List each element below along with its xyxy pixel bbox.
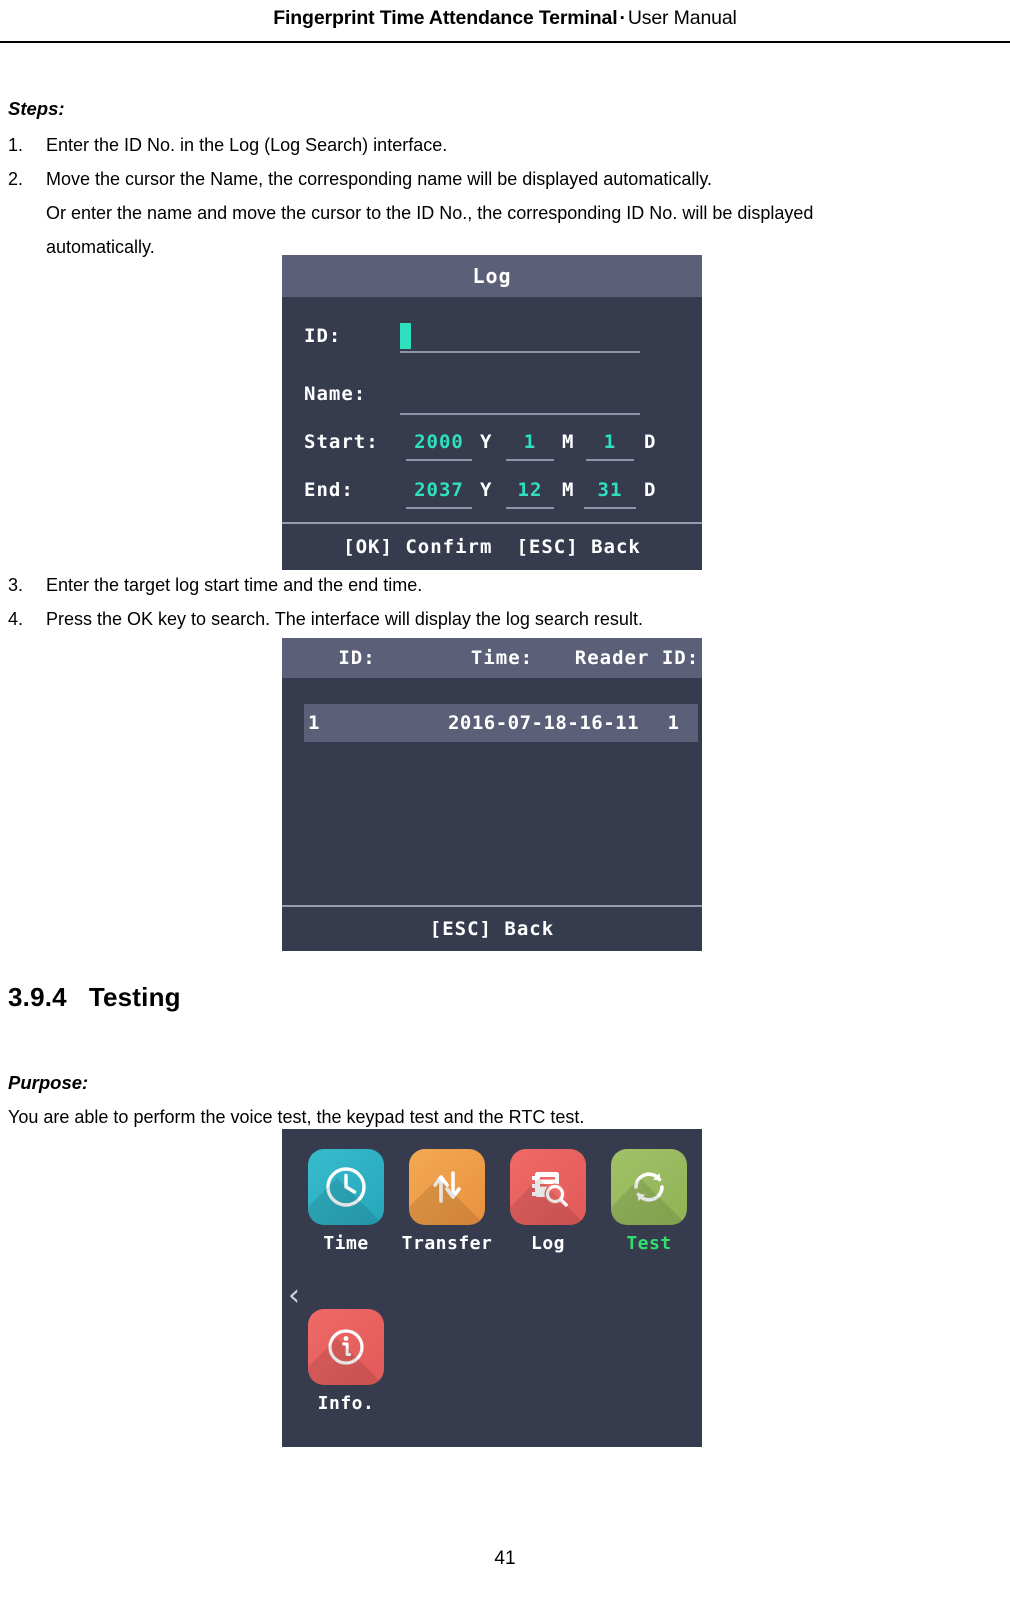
- step-item-1: 1. Enter the ID No. in the Log (Log Searc…: [8, 130, 998, 160]
- step-item-3: 3. Enter the target log start time and th…: [8, 570, 998, 600]
- header-divider: [0, 41, 1010, 43]
- end-day-unit: D: [644, 479, 656, 501]
- id-field-label: ID:: [304, 325, 342, 347]
- end-month-underline[interactable]: [506, 507, 554, 509]
- result-screen-footer: [ESC] Back: [282, 905, 702, 951]
- menu-item-time-label: Time: [323, 1233, 369, 1254]
- start-month-underline[interactable]: [506, 459, 554, 461]
- start-month-unit: M: [562, 431, 574, 453]
- end-day-value[interactable]: 31: [582, 479, 638, 501]
- footer-ok-confirm[interactable]: [OK] Confirm: [343, 536, 492, 558]
- menu-item-test[interactable]: Test: [599, 1149, 699, 1254]
- device-screen-log-search: Log ID: Name: Start: 2000 Y 1 M 1 D End:…: [282, 255, 702, 570]
- step-1-text: Enter the ID No. in the Log (Log Search)…: [46, 135, 448, 155]
- start-day-underline[interactable]: [586, 459, 634, 461]
- step-item-2: 2. Move the cursor the Name, the correspo…: [8, 164, 998, 194]
- name-field-label: Name:: [304, 383, 367, 405]
- name-input-underline[interactable]: [400, 413, 640, 415]
- device-screen-main-menu: Time Transfer Log Test ‹ Info.: [282, 1129, 702, 1447]
- end-month-unit: M: [562, 479, 574, 501]
- id-input-caret[interactable]: [400, 323, 411, 349]
- start-field-label: Start:: [304, 431, 379, 453]
- step-2-text: Move the cursor the Name, the correspond…: [46, 169, 712, 189]
- log-search-form: ID: Name: Start: 2000 Y 1 M 1 D End: 203…: [282, 297, 702, 522]
- menu-icon-grid: Time Transfer Log Test ‹ Info.: [282, 1129, 702, 1447]
- menu-item-transfer[interactable]: Transfer: [397, 1149, 497, 1254]
- chevron-left-icon[interactable]: ‹: [288, 1281, 300, 1311]
- start-year-unit: Y: [480, 431, 492, 453]
- start-day-unit: D: [644, 431, 656, 453]
- field-row-end-date: End: 2037 Y 12 M 31 D: [282, 473, 702, 519]
- step-2-continuation-line-1: Or enter the name and move the cursor to…: [46, 203, 814, 223]
- menu-item-log[interactable]: Log: [498, 1149, 598, 1254]
- log-screen-footer: [OK] Confirm [ESC] Back: [282, 522, 702, 570]
- log-screen-title: Log: [282, 255, 702, 297]
- step-3-text: Enter the target log start time and the …: [46, 575, 423, 595]
- id-input-underline[interactable]: [400, 351, 640, 353]
- row-time-value: 2016-07-18-16-11: [447, 712, 640, 734]
- end-year-unit: Y: [480, 479, 492, 501]
- step-1-number: 1.: [8, 135, 24, 155]
- start-year-value[interactable]: 2000: [408, 431, 470, 453]
- start-day-value[interactable]: 1: [586, 431, 634, 453]
- header-title-normal: User Manual: [627, 7, 737, 29]
- menu-item-info-label: Info.: [317, 1393, 375, 1414]
- section-number: 3.9.4: [8, 982, 67, 1012]
- column-header-time: Time:: [470, 647, 534, 669]
- menu-item-log-label: Log: [530, 1233, 565, 1254]
- steps-label: Steps:: [8, 98, 65, 119]
- field-row-id: ID:: [282, 319, 702, 365]
- info-icon: [308, 1309, 384, 1385]
- purpose-text: You are able to perform the voice test, …: [8, 1107, 585, 1127]
- clock-icon: [308, 1149, 384, 1225]
- menu-item-test-label: Test: [626, 1233, 672, 1254]
- step-item-4: 4. Press the OK key to search. The interf…: [8, 604, 998, 634]
- end-year-value[interactable]: 2037: [408, 479, 470, 501]
- start-month-value[interactable]: 1: [506, 431, 554, 453]
- column-header-reader-id: Reader ID:: [574, 647, 700, 669]
- column-header-id: ID:: [338, 647, 376, 669]
- table-row[interactable]: 1 2016-07-18-16-11 1: [304, 704, 698, 742]
- field-row-start-date: Start: 2000 Y 1 M 1 D: [282, 425, 702, 471]
- device-screen-log-result: ID: Time: Reader ID: 1 2016-07-18-16-11 …: [282, 638, 702, 951]
- menu-item-time[interactable]: Time: [296, 1149, 396, 1254]
- purpose-label: Purpose:: [8, 1072, 89, 1093]
- header-title-bold: Fingerprint Time Attendance Terminal: [273, 7, 618, 29]
- log-search-icon: [510, 1149, 586, 1225]
- footer-esc-back[interactable]: [ESC] Back: [430, 918, 554, 940]
- step-4-number: 4.: [8, 609, 24, 629]
- transfer-arrows-icon: [409, 1149, 485, 1225]
- end-field-label: End:: [304, 479, 354, 501]
- step-3-number: 3.: [8, 575, 24, 595]
- end-month-value[interactable]: 12: [506, 479, 554, 501]
- field-row-name: Name:: [282, 377, 702, 423]
- refresh-icon: [611, 1149, 687, 1225]
- menu-item-transfer-label: Transfer: [401, 1233, 493, 1254]
- end-year-underline[interactable]: [406, 507, 472, 509]
- result-column-headers: ID: Time: Reader ID:: [282, 638, 702, 678]
- menu-item-info[interactable]: Info.: [296, 1309, 396, 1414]
- step-4-text: Press the OK key to search. The interfac…: [46, 609, 643, 629]
- start-year-underline[interactable]: [406, 459, 472, 461]
- section-heading-3-9-4: 3.9.4 Testing: [8, 982, 181, 1013]
- step-2-number: 2.: [8, 169, 24, 189]
- section-title: Testing: [88, 982, 181, 1012]
- header-separator: ·: [619, 7, 626, 29]
- page-running-header: Fingerprint Time Attendance Terminal · Use…: [0, 0, 1010, 42]
- row-id-value: 1: [308, 712, 320, 734]
- row-reader-id-value: 1: [667, 712, 680, 734]
- footer-esc-back[interactable]: [ESC] Back: [516, 536, 640, 558]
- end-day-underline[interactable]: [584, 507, 636, 509]
- page-number: 41: [494, 1548, 516, 1569]
